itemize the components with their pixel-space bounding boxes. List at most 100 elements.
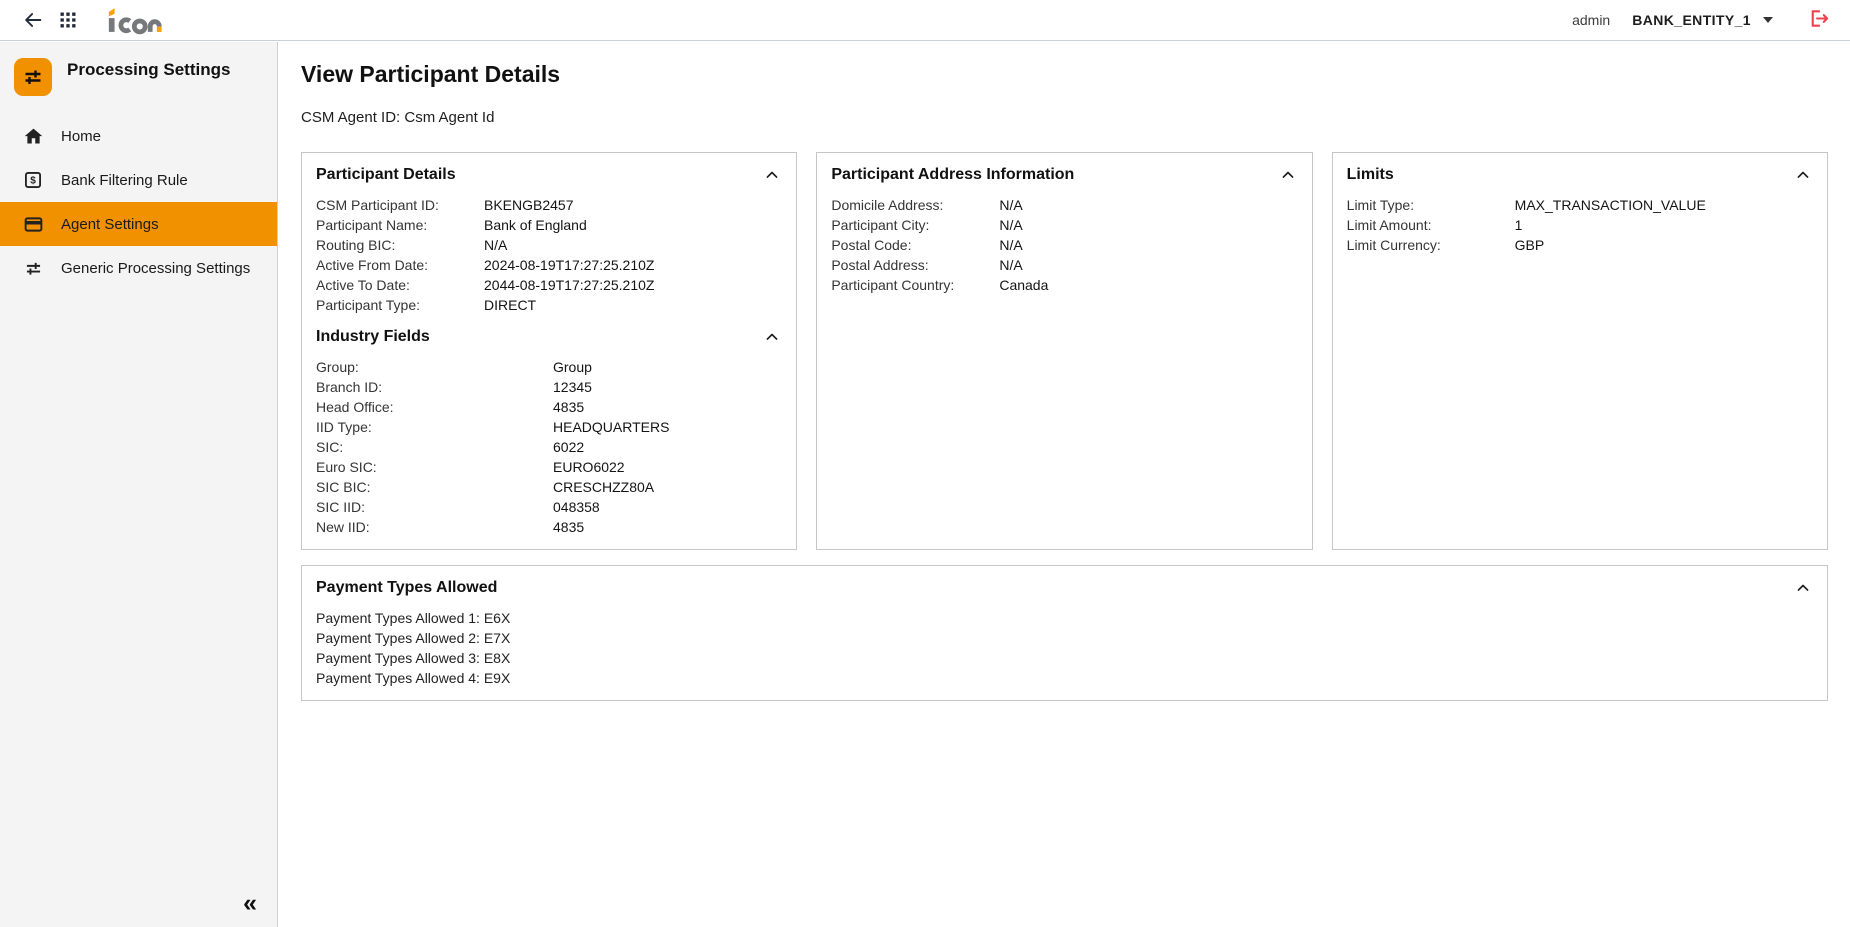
field-rows: CSM Participant ID:BKENGB2457 Participan…: [316, 195, 782, 315]
field-value: DIRECT: [484, 295, 536, 315]
field-row: CSM Participant ID:BKENGB2457: [316, 195, 782, 215]
main-content: View Participant Details CSM Agent ID: C…: [279, 42, 1850, 927]
field-row: Participant Type:DIRECT: [316, 295, 782, 315]
field-row: Routing BIC:N/A: [316, 235, 782, 255]
field-value: Canada: [999, 275, 1048, 295]
field-label: SIC:: [316, 437, 553, 457]
logout-button[interactable]: [1805, 5, 1832, 35]
processing-settings-tile: [14, 58, 52, 96]
apps-grid-button[interactable]: [54, 6, 82, 34]
caret-down-icon: [1763, 17, 1773, 23]
field-row: Branch ID:12345: [316, 377, 782, 397]
collapse-toggle[interactable]: [762, 327, 782, 347]
field-label: Active To Date:: [316, 275, 484, 295]
field-value: BKENGB2457: [484, 195, 574, 215]
field-label: Participant Type:: [316, 295, 484, 315]
limits-card: Limits Limit Type:MAX_TRANSACTION_VALUE …: [1332, 152, 1828, 550]
payment-line: Payment Types Allowed 4: E9X: [316, 668, 1813, 688]
card-title: Payment Types Allowed: [316, 579, 497, 597]
svg-text:$: $: [30, 176, 36, 187]
field-label: IID Type:: [316, 417, 553, 437]
sidebar-header: Processing Settings: [0, 42, 277, 106]
collapse-toggle[interactable]: [1793, 165, 1813, 185]
field-value: 048358: [553, 497, 600, 517]
field-value: N/A: [999, 195, 1022, 215]
field-row: Active From Date:2024-08-19T17:27:25.210…: [316, 255, 782, 275]
field-value: N/A: [484, 235, 507, 255]
chevron-up-icon: [1278, 165, 1298, 185]
logout-icon: [1807, 7, 1830, 30]
field-value: 4835: [553, 517, 584, 537]
tune-icon: [22, 257, 44, 279]
field-row: Postal Address:N/A: [831, 255, 1297, 275]
arrow-left-icon: [22, 9, 44, 31]
field-label: CSM Participant ID:: [316, 195, 484, 215]
field-row: Participant Name:Bank of England: [316, 215, 782, 235]
sidebar: Processing Settings Home $ Bank Filterin…: [0, 42, 278, 927]
entity-selector[interactable]: BANK_ENTITY_1: [1626, 11, 1779, 29]
card-title: Participant Details: [316, 166, 456, 184]
field-label: Limit Type:: [1347, 195, 1515, 215]
field-row: Limit Amount:1: [1347, 215, 1813, 235]
cards-row: Participant Details CSM Participant ID:B…: [301, 152, 1828, 550]
collapse-toggle[interactable]: [762, 165, 782, 185]
field-label: Limit Currency:: [1347, 235, 1515, 255]
card-header: Participant Address Information: [831, 165, 1297, 185]
sidebar-item-agent-settings[interactable]: Agent Settings: [0, 202, 277, 246]
field-row: SIC:6022: [316, 437, 782, 457]
field-label: Group:: [316, 357, 553, 377]
page-title: View Participant Details: [301, 61, 1828, 88]
icon-logo: [106, 6, 164, 35]
industry-fields-title: Industry Fields: [316, 328, 430, 346]
sidebar-item-label: Bank Filtering Rule: [61, 172, 188, 189]
field-value: Group: [553, 357, 592, 377]
field-value: 12345: [553, 377, 592, 397]
field-label: Routing BIC:: [316, 235, 484, 255]
credit-card-icon: [22, 213, 44, 235]
sidebar-item-label: Agent Settings: [61, 216, 159, 233]
sidebar-item-generic-processing-settings[interactable]: Generic Processing Settings: [0, 246, 277, 290]
field-row: New IID:4835: [316, 517, 782, 537]
payment-line: Payment Types Allowed 3: E8X: [316, 648, 1813, 668]
sidebar-item-bank-filtering-rule[interactable]: $ Bank Filtering Rule: [0, 158, 277, 202]
card-title: Limits: [1347, 166, 1394, 184]
field-rows: Domicile Address:N/A Participant City:N/…: [831, 195, 1297, 295]
card-header: Limits: [1347, 165, 1813, 185]
field-row: Postal Code:N/A: [831, 235, 1297, 255]
back-button[interactable]: [18, 5, 48, 35]
tune-icon: [21, 65, 45, 89]
field-label: Participant City:: [831, 215, 999, 235]
sidebar-item-home[interactable]: Home: [0, 114, 277, 158]
csm-agent-id: CSM Agent ID: Csm Agent Id: [301, 109, 1828, 126]
entity-name: BANK_ENTITY_1: [1632, 12, 1751, 28]
field-value: Bank of England: [484, 215, 587, 235]
field-label: SIC IID:: [316, 497, 553, 517]
app-logo[interactable]: [106, 6, 164, 35]
chevron-up-icon: [762, 327, 782, 347]
field-row: Participant City:N/A: [831, 215, 1297, 235]
field-row: Domicile Address:N/A: [831, 195, 1297, 215]
field-value: CRESCHZZ80A: [553, 477, 654, 497]
field-row: Limit Currency:GBP: [1347, 235, 1813, 255]
participant-address-card: Participant Address Information Domicile…: [816, 152, 1312, 550]
collapse-toggle[interactable]: [1278, 165, 1298, 185]
field-value: N/A: [999, 215, 1022, 235]
field-label: Limit Amount:: [1347, 215, 1515, 235]
field-label: New IID:: [316, 517, 553, 537]
sidebar-title: Processing Settings: [67, 58, 230, 79]
topbar: admin BANK_ENTITY_1: [0, 0, 1850, 41]
card-title: Participant Address Information: [831, 166, 1074, 184]
user-label: admin: [1572, 12, 1610, 28]
payment-line: Payment Types Allowed 2: E7X: [316, 628, 1813, 648]
sidebar-collapse-button[interactable]: «: [237, 890, 263, 917]
field-value: HEADQUARTERS: [553, 417, 669, 437]
collapse-toggle[interactable]: [1793, 578, 1813, 598]
field-value: 4835: [553, 397, 584, 417]
field-value: GBP: [1515, 235, 1545, 255]
field-value: N/A: [999, 255, 1022, 275]
chevron-up-icon: [762, 165, 782, 185]
field-value: 1: [1515, 215, 1523, 235]
field-label: Participant Name:: [316, 215, 484, 235]
field-value: N/A: [999, 235, 1022, 255]
topbar-right: admin BANK_ENTITY_1: [1572, 5, 1832, 35]
